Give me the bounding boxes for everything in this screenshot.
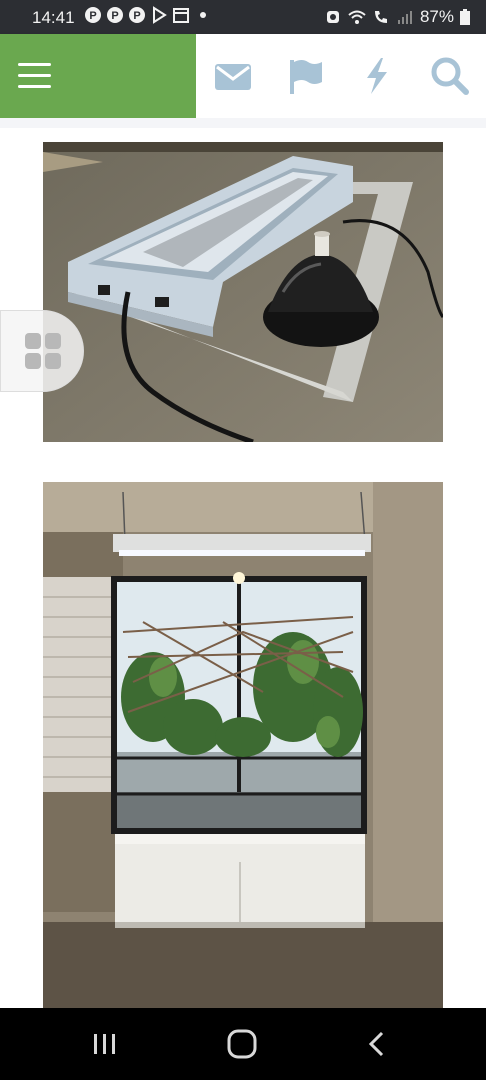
grid-icon (25, 333, 61, 369)
svg-text:P: P (89, 10, 96, 22)
svg-text:P: P (111, 10, 118, 22)
wifi-icon (348, 10, 366, 24)
pinterest-icon: P (129, 7, 145, 23)
call-icon (374, 11, 387, 23)
menu-button[interactable] (0, 34, 196, 118)
flag-icon[interactable] (284, 54, 328, 98)
search-icon[interactable] (428, 54, 472, 98)
play-store-icon (153, 6, 167, 24)
status-bar: 14:41 P P P 87% (0, 0, 486, 34)
home-button[interactable] (224, 1026, 260, 1062)
battery-icon (460, 9, 470, 25)
system-icons: 87% (324, 7, 470, 27)
mail-icon[interactable] (211, 54, 255, 98)
recents-button[interactable] (88, 1028, 122, 1060)
pinterest-icon: P (107, 7, 123, 23)
battery-percent: 87% (419, 7, 454, 26)
back-button[interactable] (362, 1028, 392, 1060)
signal-icon (397, 11, 412, 24)
svg-text:P: P (133, 10, 140, 22)
app-header (0, 34, 486, 118)
notification-icons: P P P (84, 6, 212, 24)
pinterest-icon: P (85, 7, 101, 23)
hamburger-icon-bar (18, 85, 51, 88)
lightning-icon[interactable] (355, 54, 399, 98)
alarm-icon (326, 11, 339, 23)
calendar-icon (173, 8, 189, 23)
light-fixture-photo[interactable] (43, 142, 443, 442)
hamburger-icon-bar (18, 74, 51, 77)
grid-menu-button[interactable] (0, 310, 84, 392)
system-nav-bar (0, 1008, 486, 1080)
post-attachments (0, 128, 486, 1008)
hamburger-icon (18, 63, 51, 66)
enclosure-photo[interactable] (43, 482, 443, 1008)
status-time: 14:41 (32, 8, 75, 27)
dot-icon (200, 12, 206, 18)
thread-content (0, 118, 486, 1008)
